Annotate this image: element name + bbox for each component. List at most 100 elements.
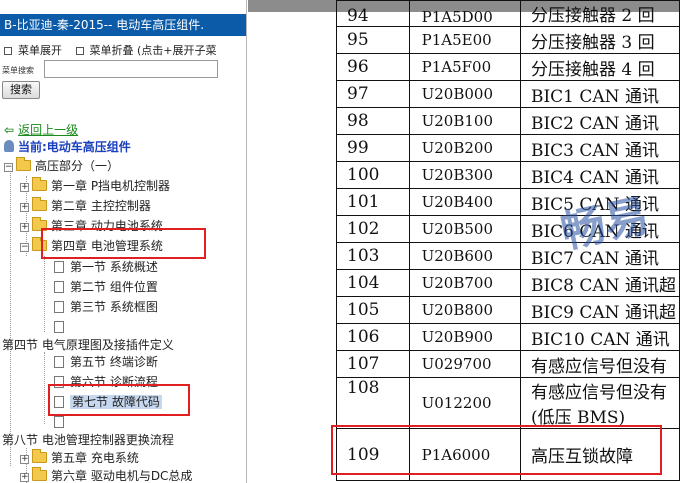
fault-code: U20B700 (408, 269, 521, 297)
fault-description: BIC10 CAN 通讯 (519, 323, 680, 351)
document-icon (54, 321, 64, 333)
folder-icon (32, 197, 47, 211)
row-number: 96 (336, 53, 410, 81)
folder-icon (32, 467, 47, 481)
table-row: 106 U20B900 BIC10 CAN 通讯 (336, 323, 680, 351)
menu-pane: B-比亚迪-秦-2015-- 电动车高压组件. 菜单展开 菜单折叠 (点击+展开… (0, 0, 247, 483)
fault-code: U20B600 (408, 242, 521, 270)
fault-code: P1A5E00 (408, 26, 521, 54)
tree-node-section-blank-2[interactable] (54, 413, 70, 431)
tree-node-ch6[interactable]: + 第六章 驱动电机与DC总成 (20, 467, 192, 483)
fault-code: U20B500 (408, 215, 521, 243)
table-row: 98 U20B100 BIC2 CAN 通讯 (336, 107, 680, 135)
fault-description: BIC3 CAN 通讯 (519, 134, 680, 162)
table-row: 100 U20B300 BIC4 CAN 通讯 (336, 161, 680, 189)
table-row: 107 U029700 有感应信号但没有 (336, 350, 680, 378)
collapse-icon (75, 47, 84, 55)
tree-node-ch2[interactable]: + 第二章 主控控制器 (20, 197, 151, 215)
table-row: 108 U012200 有感应信号但没有 (低压 BMS) (336, 377, 680, 429)
highlight-box-row (331, 425, 662, 475)
highlight-box-chapter (41, 228, 206, 259)
folder-icon (32, 449, 47, 463)
tree-node-section-1[interactable]: 第一节 系统概述 (54, 258, 158, 276)
row-number: 104 (336, 269, 410, 297)
folder-open-icon (16, 157, 31, 171)
fault-code: P1A5D00 (408, 0, 521, 27)
location-icon (4, 140, 14, 152)
tree-node-section-5[interactable]: 第五节 终端诊断 (54, 353, 158, 371)
fault-code: U20B000 (408, 80, 521, 108)
search-input[interactable] (44, 60, 218, 78)
table-row: 97 U20B000 BIC1 CAN 通讯 (336, 80, 680, 108)
search-label: 菜单搜索 (2, 66, 34, 75)
document-icon (54, 416, 64, 428)
fault-code: U20B100 (408, 107, 521, 135)
fault-description: 有感应信号但没有 (低压 BMS) (519, 377, 680, 429)
fault-description: 分压接触器 2 回 (519, 0, 680, 27)
row-number: 102 (336, 215, 410, 243)
table-row: 103 U20B600 BIC7 CAN 通讯 (336, 242, 680, 270)
fault-description: BIC7 CAN 通讯 (519, 242, 680, 270)
menu-collapse-link[interactable]: 菜单折叠 (点击+展开子菜 (90, 44, 217, 57)
row-number: 108 (336, 377, 410, 429)
search-button[interactable]: 搜索 (2, 81, 40, 99)
row-number: 107 (336, 350, 410, 378)
tree-node-section-4[interactable]: 第四节 电气原理图及接插件定义 (2, 336, 174, 354)
tree-node-section-3[interactable]: 第三节 系统框图 (54, 298, 158, 316)
row-number: 100 (336, 161, 410, 189)
fault-description: BIC1 CAN 通讯 (519, 80, 680, 108)
table-row: 96 P1A5F00 分压接触器 4 回 (336, 53, 680, 81)
row-number: 103 (336, 242, 410, 270)
row-number: 101 (336, 188, 410, 216)
fault-description: BIC2 CAN 通讯 (519, 107, 680, 135)
tree-node-section-8[interactable]: 第八节 电池管理控制器更换流程 (2, 431, 174, 449)
table-row: 102 U20B500 BIC6 CAN 通讯 (336, 215, 680, 243)
tree-node-ch5[interactable]: + 第五章 充电系统 (20, 449, 139, 467)
folder-icon (32, 177, 47, 191)
tree-node-section-blank[interactable] (54, 318, 70, 336)
fault-description: BIC8 CAN 通讯超 (519, 269, 680, 297)
highlight-box-section (48, 384, 190, 416)
menu-title-bar: B-比亚迪-秦-2015-- 电动车高压组件. (0, 14, 246, 36)
current-location: 当前:电动车高压组件 (4, 138, 131, 155)
expand-icon (4, 47, 12, 55)
menu-expand-link[interactable]: 菜单展开 (18, 44, 62, 57)
fault-code: U029700 (408, 350, 521, 378)
row-number: 95 (336, 26, 410, 54)
tree-node-root[interactable]: − 高压部分（一） (4, 157, 119, 175)
table-row: 99 U20B200 BIC3 CAN 通讯 (336, 134, 680, 162)
row-number: 97 (336, 80, 410, 108)
document-icon (54, 301, 64, 313)
fault-description: 分压接触器 3 回 (519, 26, 680, 54)
fault-code: U20B300 (408, 161, 521, 189)
fault-code: U20B400 (408, 188, 521, 216)
document-icon (54, 281, 64, 293)
fault-description: 有感应信号但没有 (519, 350, 680, 378)
fault-description: 分压接触器 4 回 (519, 53, 680, 81)
row-number: 94 (336, 0, 410, 27)
fault-code: U012200 (408, 377, 521, 429)
table-row: 101 U20B400 BIC5 CAN 通讯 (336, 188, 680, 216)
tree-node-ch1[interactable]: + 第一章 P挡电机控制器 (20, 177, 170, 195)
back-link[interactable]: ⇦ 返回上一级 (4, 121, 78, 138)
fault-code: U20B800 (408, 296, 521, 324)
fault-code: U20B200 (408, 134, 521, 162)
fault-description: BIC6 CAN 通讯 (519, 215, 680, 243)
back-arrow-icon: ⇦ (4, 123, 15, 137)
table-row: 95 P1A5E00 分压接触器 3 回 (336, 26, 680, 54)
tree-node-section-2[interactable]: 第二节 组件位置 (54, 278, 158, 296)
table-row: 104 U20B700 BIC8 CAN 通讯超 (336, 269, 680, 297)
table-row: 94 P1A5D00 分压接触器 2 回 (336, 0, 680, 27)
fault-code: P1A5F00 (408, 53, 521, 81)
fault-code: U20B900 (408, 323, 521, 351)
fault-description-line: 有感应信号但没有 (530, 383, 667, 403)
fault-description: BIC5 CAN 通讯 (519, 188, 680, 216)
menu-toggle-row: 菜单展开 菜单折叠 (点击+展开子菜 (4, 42, 217, 58)
document-icon (54, 356, 64, 368)
table-row: 105 U20B800 BIC9 CAN 通讯超 (336, 296, 680, 324)
row-number: 106 (336, 323, 410, 351)
row-number: 99 (336, 134, 410, 162)
row-number: 98 (336, 107, 410, 135)
fault-description: BIC4 CAN 通讯 (519, 161, 680, 189)
fault-code-table: 94 P1A5D00 分压接触器 2 回 95 P1A5E00 分压接触器 3 回 96 P1… (336, 0, 680, 481)
